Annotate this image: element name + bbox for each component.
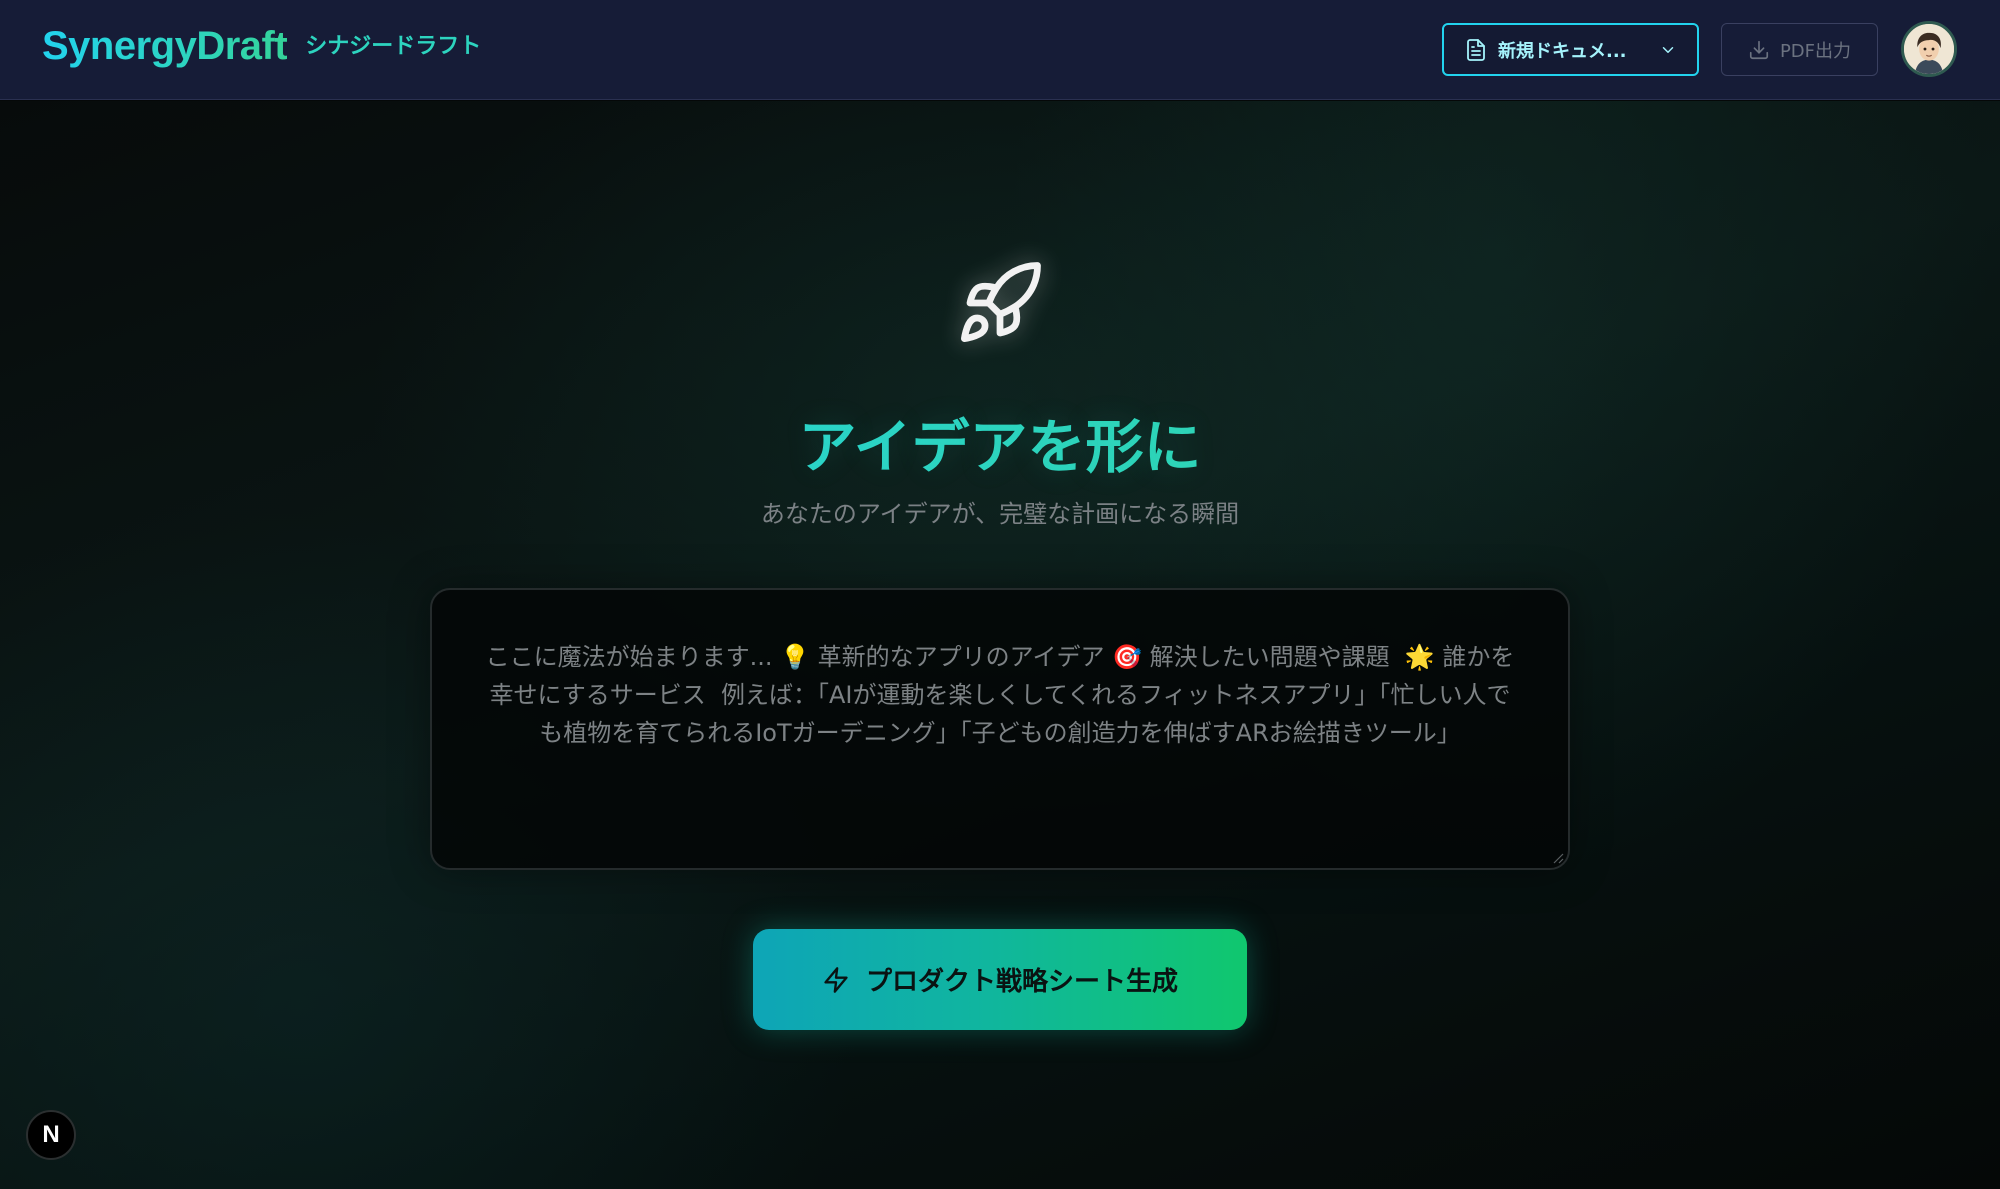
idea-input-box [430,588,1570,870]
download-icon [1749,40,1769,59]
top-header: SynergyDraft シナジードラフト 新規ドキュメ... PDF出力 [0,0,2000,100]
rocket-icon [961,262,1041,342]
document-icon [1467,38,1485,61]
chevron-down-icon [1662,46,1674,53]
avatar-image [1904,24,1954,74]
hero-subtitle: あなたのアイデアが、完璧な計画になる瞬間 [760,500,1240,528]
pdf-export-label: PDF出力 [1779,40,1852,62]
user-avatar[interactable] [1901,21,1957,77]
generate-strategy-sheet-button[interactable]: プロダクト戦略シート生成 [753,929,1247,1030]
hero-title: アイデアを形に [0,400,2000,484]
brand-name[interactable]: SynergyDraft [42,24,288,69]
pdf-export-button[interactable]: PDF出力 [1721,23,1878,76]
generate-button-label: プロダクト戦略シート生成 [865,966,1178,996]
document-select-dropdown[interactable]: 新規ドキュメ... [1442,23,1699,76]
nextjs-dev-badge[interactable]: N [26,1110,76,1160]
badge-letter: N [42,1121,60,1148]
brand-subtitle: シナジードラフト [305,34,482,59]
resize-grip-icon[interactable] [1550,850,1564,864]
document-select-label: 新規ドキュメ... [1498,40,1627,62]
lightning-icon [824,966,848,993]
brand[interactable]: SynergyDraft シナジードラフト [42,24,481,69]
idea-textarea[interactable] [432,590,1568,868]
